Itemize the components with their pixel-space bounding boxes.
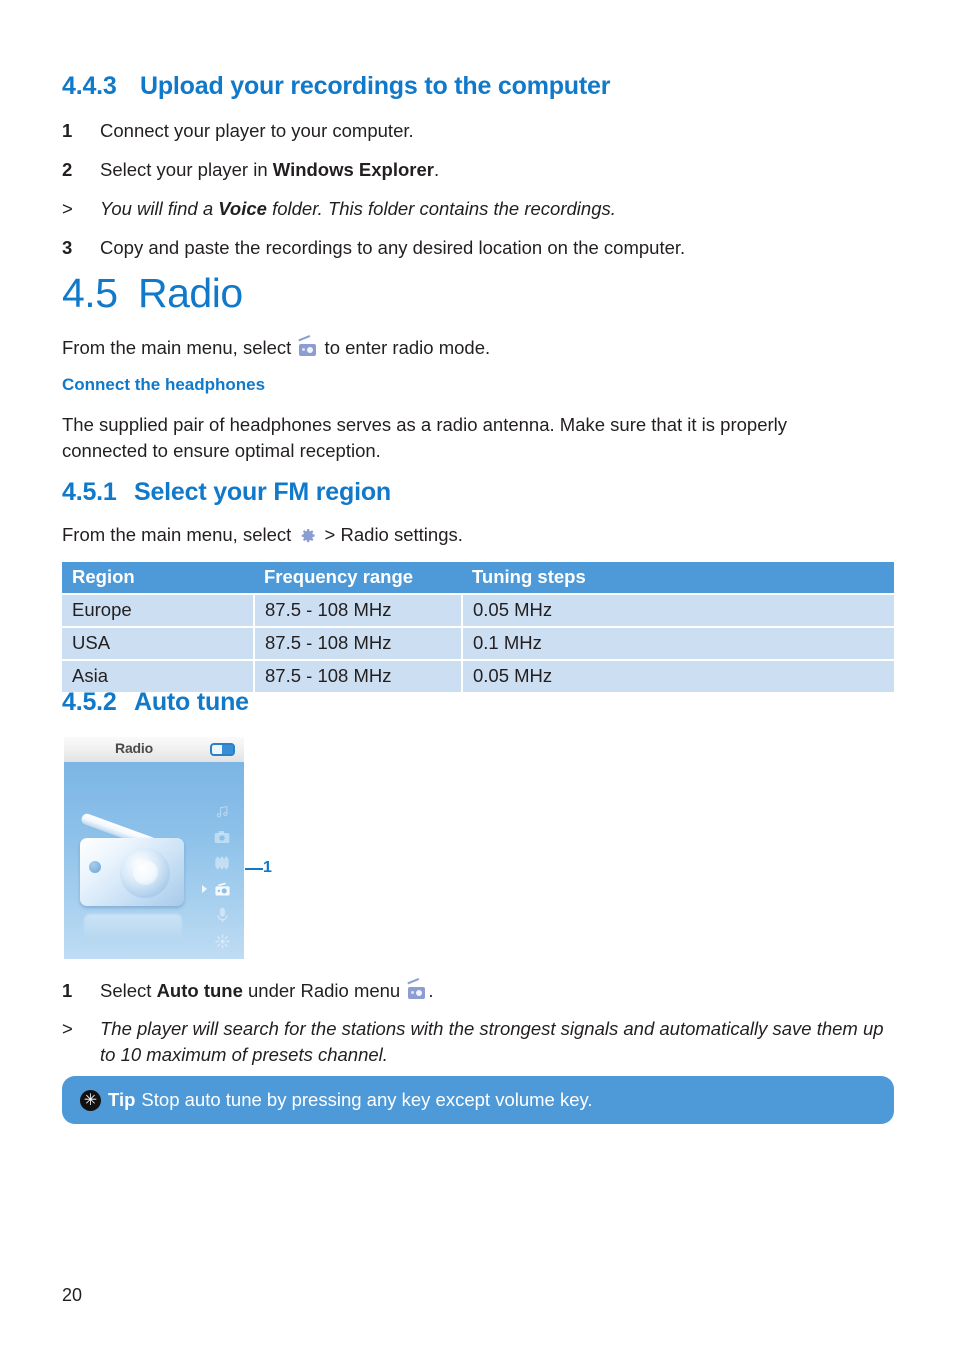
tip-box: ✳ Tip Stop auto tune by pressing any key… — [62, 1076, 894, 1124]
step-item: 2 Select your player in Windows Explorer… — [62, 157, 902, 183]
radio-reflection — [84, 914, 182, 940]
step-item: 1 Select Auto tune under Radio menu . — [62, 978, 902, 1004]
step-text-bold: Voice — [218, 198, 267, 219]
step-marker: 3 — [62, 237, 73, 258]
radio-intro-before: From the main menu, select — [62, 337, 297, 358]
step-text-part: Connect your player to your computer. — [100, 120, 414, 141]
step-text-part: under Radio menu — [242, 980, 406, 1001]
tip-label: Tip — [108, 1089, 136, 1110]
table-cell: USA — [62, 626, 255, 660]
callout-leader-line — [245, 868, 263, 870]
heading-4-5-2-number: 4.5.2 — [62, 688, 117, 716]
radio-intro-paragraph: From the main menu, select to enter radi… — [62, 335, 902, 361]
radio-icon — [298, 335, 317, 357]
fm-region-table: Region Frequency range Tuning steps Euro… — [62, 562, 894, 692]
radio-icon — [407, 978, 426, 1000]
video-icon — [210, 850, 234, 876]
fm-intro-before: From the main menu, select — [62, 524, 297, 545]
callout-number: 1 — [263, 859, 272, 876]
heading-4-5: 4.5 Radio — [62, 270, 243, 317]
device-title: Radio — [115, 740, 153, 756]
heading-4-5-2-title: Auto tune — [134, 688, 249, 716]
step-text: Copy and paste the recordings to any des… — [100, 235, 902, 261]
table-header-cell: Region — [62, 562, 254, 594]
battery-icon — [210, 743, 235, 756]
table-row: USA 87.5 - 108 MHz 0.1 MHz — [62, 626, 894, 660]
heading-4-5-1-title: Select your FM region — [134, 478, 391, 506]
table-header-cell: Frequency range — [254, 562, 462, 594]
device-screen-illustration: Radio — [64, 737, 244, 959]
table-cell: 0.1 MHz — [462, 626, 894, 660]
heading-4-4-3: 4.4.3 Upload your recordings to the compu… — [62, 72, 610, 101]
table-cell: 0.05 MHz — [462, 659, 894, 692]
page-number: 20 — [62, 1285, 83, 1305]
step-text: The player will search for the stations … — [100, 1018, 884, 1065]
table-cell: 0.05 MHz — [462, 593, 894, 627]
device-screen-body — [64, 762, 244, 959]
step-marker: 1 — [62, 120, 73, 141]
step-text: Connect your player to your computer. — [100, 118, 902, 144]
fm-region-intro-paragraph: From the main menu, select > Radio setti… — [62, 522, 902, 548]
subheading-connect-headphones: Connect the headphones — [62, 375, 266, 394]
step-text-suffix: . — [428, 980, 434, 1001]
step-marker: 1 — [62, 980, 73, 1001]
heading-4-4-3-number: 4.4.3 — [62, 72, 117, 100]
step-text: Select your player in Windows Explorer. — [100, 157, 902, 183]
step-text-part: Select — [100, 980, 157, 1001]
step-marker: > — [62, 1018, 73, 1039]
tip-text: Stop auto tune by pressing any key excep… — [141, 1089, 593, 1110]
gear-icon — [210, 928, 234, 954]
fm-intro-after: > Radio settings. — [319, 524, 463, 545]
heading-4-5-title: Radio — [138, 270, 243, 316]
device-icon-rail — [202, 798, 234, 954]
microphone-icon — [210, 902, 234, 928]
heading-4-5-1: 4.5.1 Select your FM region — [62, 478, 391, 507]
step-marker: 2 — [62, 159, 73, 180]
table-cell: 87.5 - 108 MHz — [254, 659, 463, 692]
gear-icon — [298, 526, 317, 545]
step-text-bold: Auto tune — [156, 980, 243, 1001]
table-header-cell: Tuning steps — [462, 562, 894, 594]
device-titlebar: Radio — [64, 737, 244, 762]
manual-page: 4.4.3 Upload your recordings to the compu… — [0, 0, 954, 1350]
radio-illustration — [76, 802, 194, 940]
heading-4-5-1-number: 4.5.1 — [62, 478, 117, 506]
step-text-part: . — [433, 159, 440, 180]
table-header-row: Region Frequency range Tuning steps — [62, 562, 894, 594]
step-item: > You will find a Voice folder. This fol… — [62, 196, 902, 222]
radio-dial-inner — [133, 860, 158, 885]
step-text: You will find a Voice folder. This folde… — [100, 196, 902, 222]
step-text-bold: Windows Explorer — [272, 159, 434, 180]
heading-4-5-2: 4.5.2 Auto tune — [62, 688, 249, 717]
step-text-part: folder. This folder contains the recordi… — [266, 198, 616, 219]
step-text: Select Auto tune under Radio menu . — [100, 978, 902, 1004]
table-cell: 87.5 - 108 MHz — [254, 626, 463, 660]
radio-knob — [89, 861, 101, 873]
step-item: 1 Connect your player to your computer. — [62, 118, 902, 144]
heading-4-4-3-title: Upload your recordings to the computer — [140, 72, 611, 100]
step-item: > The player will search for the station… — [62, 1016, 902, 1068]
step-text-part: Select your player in — [100, 159, 273, 180]
heading-4-5-number: 4.5 — [62, 270, 118, 316]
step-text-part: Copy and paste the recordings to any des… — [100, 237, 686, 258]
table-row: Europe 87.5 - 108 MHz 0.05 MHz — [62, 593, 894, 627]
step-text-part: You will find a — [100, 198, 219, 219]
radio-intro-after: to enter radio mode. — [319, 337, 491, 358]
headphones-body-paragraph: The supplied pair of headphones serves a… — [62, 414, 788, 461]
music-note-icon — [210, 798, 234, 824]
table-cell: 87.5 - 108 MHz — [254, 593, 463, 627]
radio-icon[interactable] — [202, 876, 234, 902]
table-cell: Europe — [62, 593, 255, 627]
camera-icon — [210, 824, 234, 850]
asterisk-icon: ✳ — [80, 1089, 101, 1111]
step-item: 3 Copy and paste the recordings to any d… — [62, 235, 902, 261]
step-marker: > — [62, 198, 73, 219]
selection-arrow-icon — [202, 885, 207, 893]
